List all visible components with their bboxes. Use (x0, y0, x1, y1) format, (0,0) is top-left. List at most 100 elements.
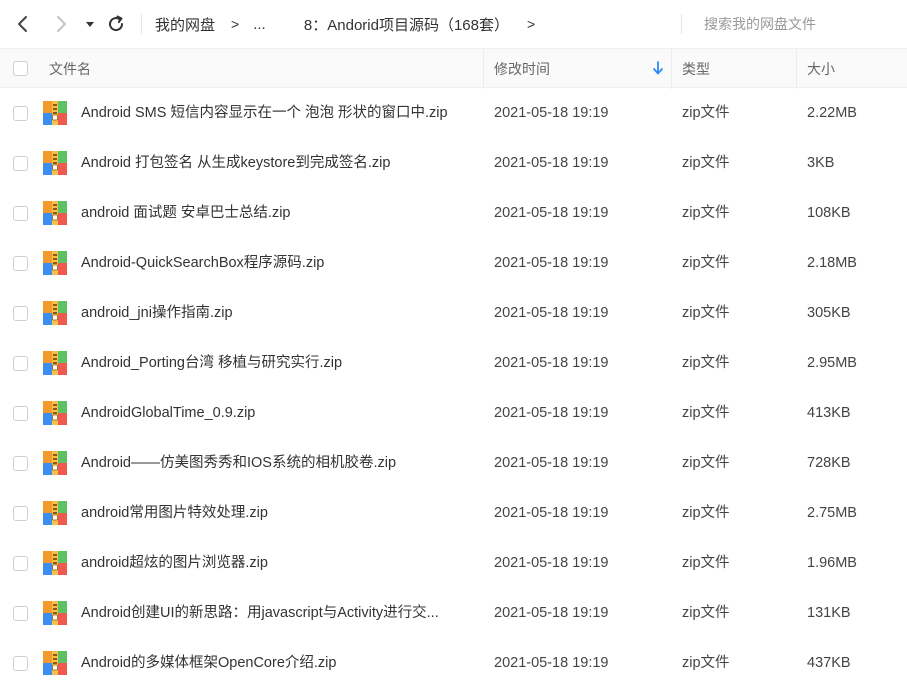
file-name[interactable]: Android_Porting台湾 移植与研究实行.zip (81, 338, 473, 388)
column-header-type[interactable]: 类型 (682, 49, 710, 89)
file-row[interactable]: Android SMS 短信内容显示在一个 泡泡 形状的窗口中.zip 2021… (0, 88, 907, 138)
file-name[interactable]: Android创建UI的新思路：用javascript与Activity进行交.… (81, 588, 473, 638)
file-row[interactable]: Android 打包签名 从生成keystore到完成签名.zip 2021-0… (0, 138, 907, 188)
file-type: zip文件 (682, 155, 730, 171)
row-checkbox[interactable] (13, 656, 28, 671)
file-modified-time: 2021-05-18 19:19 (494, 655, 609, 671)
zip-file-icon (43, 601, 67, 625)
column-header-modified[interactable]: 修改时间 (494, 49, 550, 89)
file-modified-time: 2021-05-18 19:19 (494, 205, 609, 221)
file-size: 108KB (807, 205, 851, 221)
row-checkbox[interactable] (13, 106, 28, 121)
refresh-icon (109, 15, 124, 32)
file-row[interactable]: Android的多媒体框架OpenCore介绍.zip 2021-05-18 1… (0, 638, 907, 688)
row-checkbox[interactable] (13, 406, 28, 421)
file-modified-time: 2021-05-18 19:19 (494, 305, 609, 321)
file-name[interactable]: android 面试题 安卓巴士总结.zip (81, 188, 473, 238)
file-size: 2.75MB (807, 505, 857, 521)
select-all-checkbox[interactable] (13, 61, 28, 76)
history-dropdown-button[interactable] (83, 13, 97, 35)
file-name[interactable]: Android-QuickSearchBox程序源码.zip (81, 238, 473, 288)
zip-file-icon (43, 301, 67, 325)
file-size: 728KB (807, 455, 851, 471)
breadcrumb: 我的网盘 > ... > 8：Andorid项目源码（168套） > (155, 0, 549, 48)
zip-file-icon (43, 401, 67, 425)
zip-file-icon (43, 501, 67, 525)
file-type: zip文件 (682, 355, 730, 371)
file-row[interactable]: AndroidGlobalTime_0.9.zip 2021-05-18 19:… (0, 388, 907, 438)
column-divider[interactable] (796, 49, 797, 89)
file-type: zip文件 (682, 305, 730, 321)
column-divider[interactable] (483, 49, 484, 89)
file-type: zip文件 (682, 555, 730, 571)
column-header-name[interactable]: 文件名 (49, 49, 91, 89)
zip-file-icon (43, 651, 67, 675)
file-row[interactable]: Android——仿美图秀秀和IOS系统的相机胶卷.zip 2021-05-18… (0, 438, 907, 488)
forward-button[interactable] (50, 13, 72, 35)
row-checkbox[interactable] (13, 356, 28, 371)
column-divider[interactable] (671, 49, 672, 89)
zip-file-icon (43, 151, 67, 175)
file-name[interactable]: android超炫的图片浏览器.zip (81, 538, 473, 588)
file-size: 413KB (807, 405, 851, 421)
file-modified-time: 2021-05-18 19:19 (494, 455, 609, 471)
refresh-button[interactable] (105, 13, 127, 35)
row-checkbox[interactable] (13, 256, 28, 271)
file-size: 2.18MB (807, 255, 857, 271)
nav-divider (141, 14, 142, 34)
breadcrumb-item-root[interactable]: 我的网盘 (155, 14, 215, 35)
file-size: 131KB (807, 605, 851, 621)
row-checkbox[interactable] (13, 606, 28, 621)
file-name[interactable]: AndroidGlobalTime_0.9.zip (81, 388, 473, 438)
file-type: zip文件 (682, 205, 730, 221)
file-list-header: 文件名 修改时间 类型 大小 (0, 48, 907, 89)
file-type: zip文件 (682, 505, 730, 521)
sort-descending-icon[interactable] (652, 61, 664, 75)
file-row[interactable]: Android-QuickSearchBox程序源码.zip 2021-05-1… (0, 238, 907, 288)
file-type: zip文件 (682, 605, 730, 621)
file-row[interactable]: android 面试题 安卓巴士总结.zip 2021-05-18 19:19 … (0, 188, 907, 238)
row-checkbox[interactable] (13, 456, 28, 471)
column-header-size[interactable]: 大小 (807, 49, 835, 89)
file-name[interactable]: android_jni操作指南.zip (81, 288, 473, 338)
search-divider (681, 14, 682, 34)
file-row[interactable]: android常用图片特效处理.zip 2021-05-18 19:19 zip… (0, 488, 907, 538)
file-name[interactable]: Android SMS 短信内容显示在一个 泡泡 形状的窗口中.zip (81, 88, 473, 138)
file-size: 2.22MB (807, 105, 857, 121)
file-size: 3KB (807, 155, 835, 171)
breadcrumb-item-ellipsis[interactable]: ... (253, 16, 266, 33)
file-name[interactable]: Android 打包签名 从生成keystore到完成签名.zip (81, 138, 473, 188)
file-size: 437KB (807, 655, 851, 671)
back-button[interactable] (12, 13, 34, 35)
breadcrumb-trailing-arrow-icon[interactable]: > (527, 16, 535, 32)
row-checkbox[interactable] (13, 306, 28, 321)
breadcrumb-item-current[interactable]: 8：Andorid项目源码（168套） (304, 14, 509, 35)
file-modified-time: 2021-05-18 19:19 (494, 555, 609, 571)
file-modified-time: 2021-05-18 19:19 (494, 355, 609, 371)
row-checkbox[interactable] (13, 206, 28, 221)
row-checkbox[interactable] (13, 506, 28, 521)
file-size: 305KB (807, 305, 851, 321)
file-type: zip文件 (682, 655, 730, 671)
zip-file-icon (43, 551, 67, 575)
breadcrumb-separator-icon: > (231, 16, 240, 32)
caret-down-icon (86, 22, 94, 27)
file-row[interactable]: Android创建UI的新思路：用javascript与Activity进行交.… (0, 588, 907, 638)
file-name[interactable]: Android的多媒体框架OpenCore介绍.zip (81, 638, 473, 688)
file-name[interactable]: android常用图片特效处理.zip (81, 488, 473, 538)
file-type: zip文件 (682, 255, 730, 271)
search-input[interactable] (694, 12, 894, 36)
chevron-left-icon (18, 16, 27, 32)
file-type: zip文件 (682, 405, 730, 421)
navigation-bar: 我的网盘 > ... > 8：Andorid项目源码（168套） > (0, 0, 907, 48)
row-checkbox[interactable] (13, 156, 28, 171)
file-row[interactable]: Android_Porting台湾 移植与研究实行.zip 2021-05-18… (0, 338, 907, 388)
file-row[interactable]: android_jni操作指南.zip 2021-05-18 19:19 zip… (0, 288, 907, 338)
file-modified-time: 2021-05-18 19:19 (494, 505, 609, 521)
file-modified-time: 2021-05-18 19:19 (494, 405, 609, 421)
row-checkbox[interactable] (13, 556, 28, 571)
file-modified-time: 2021-05-18 19:19 (494, 255, 609, 271)
file-size: 1.96MB (807, 555, 857, 571)
file-name[interactable]: Android——仿美图秀秀和IOS系统的相机胶卷.zip (81, 438, 473, 488)
file-row[interactable]: android超炫的图片浏览器.zip 2021-05-18 19:19 zip… (0, 538, 907, 588)
